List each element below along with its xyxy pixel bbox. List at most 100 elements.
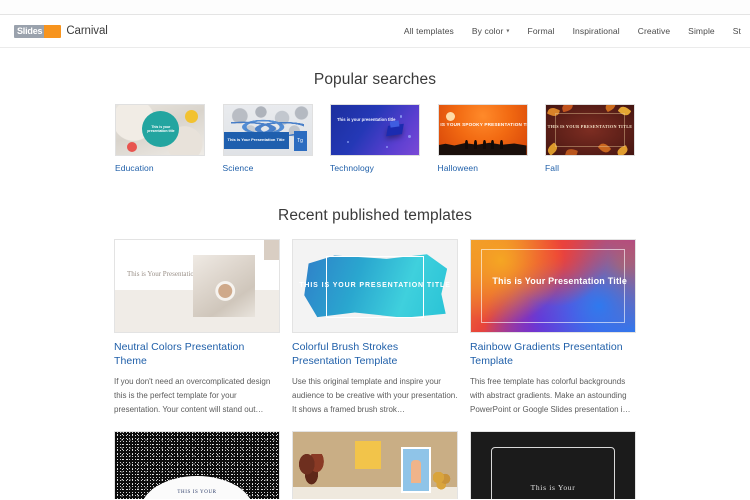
popular-card-fall[interactable]: THIS IS YOUR PRESENTATION TITLE Fall	[545, 104, 635, 173]
template-thumbnail[interactable]: This is Your Presentation Title	[470, 239, 636, 333]
coffee-photo-placeholder	[193, 254, 255, 318]
popular-label-education[interactable]: Education	[115, 163, 205, 173]
popular-thumbnail[interactable]: This is your presentation title	[330, 104, 420, 156]
leaf-icon	[565, 147, 578, 155]
side-chip-shape: Tg	[293, 131, 307, 151]
popular-thumbnail[interactable]: This is your presentation title	[115, 104, 205, 156]
popular-thumbnail[interactable]: This is Your Presentation Title Tg	[222, 104, 313, 156]
template-card-neutral-colors[interactable]: This is Your Presentation Title Neutral …	[114, 239, 280, 417]
chevron-down-icon: ▾	[506, 28, 510, 35]
template-card-rainbow-gradients[interactable]: This is Your Presentation Title Rainbow …	[470, 239, 636, 417]
popular-searches-heading: Popular searches	[313, 71, 437, 88]
title-bar-shape: This is Your Presentation Title	[223, 132, 289, 149]
logo-mark-text: Slides	[14, 24, 45, 38]
nav-item-simple[interactable]: Simple	[679, 22, 724, 40]
browser-chrome-strip	[0, 0, 750, 15]
picture-frame-icon	[401, 446, 431, 493]
nav-label: All templates	[403, 26, 454, 36]
popular-card-science[interactable]: This is Your Presentation Title Tg Scien…	[222, 104, 313, 173]
template-thumbnail[interactable]: THIS IS YOUR	[114, 430, 280, 499]
nav-label: By color	[471, 26, 504, 36]
spark-dot-icon	[399, 115, 403, 118]
site-logo[interactable]: Slides Carnival	[14, 24, 108, 39]
template-title-link[interactable]: Colorful Brush Strokes Presentation Temp…	[292, 341, 458, 369]
popular-card-halloween[interactable]: THIS IS YOUR SPOOKY PRESENTATION TITLE H…	[437, 104, 528, 173]
popular-thumbnail[interactable]: THIS IS YOUR PRESENTATION TITLE	[545, 104, 635, 156]
science-thumbnail-art: This is Your Presentation Title Tg	[223, 105, 312, 155]
thumb-frame-shape	[555, 113, 625, 147]
rainbow-gradients-art: This is Your Presentation Title	[471, 240, 635, 332]
template-thumbnail[interactable]	[292, 430, 458, 499]
fall-thumbnail-art: THIS IS YOUR PRESENTATION TITLE	[546, 105, 634, 155]
popular-thumbnail[interactable]: THIS IS YOUR SPOOKY PRESENTATION TITLE	[437, 104, 528, 156]
teal-circle-shape: This is your presentation title	[142, 111, 180, 147]
popular-label-fall[interactable]: Fall	[545, 163, 635, 173]
logo-orange-swatch	[44, 24, 62, 38]
moon-icon	[445, 112, 455, 121]
figure-silhouette-icon	[500, 140, 504, 149]
thumb-title-text: THIS IS YOUR PRESENTATION TITLE	[547, 124, 633, 129]
popular-label-science[interactable]: Science	[223, 163, 313, 173]
logo-badge: Slides	[14, 24, 62, 38]
leaf-icon	[603, 105, 618, 113]
template-thumbnail[interactable]: THIS IS YOUR PRESENTATION TITLE	[292, 239, 458, 333]
thumb-title-text: This is Your Presentation Title	[227, 137, 285, 143]
nav-item-inspirational[interactable]: Inspirational	[564, 22, 629, 40]
template-description: Use this original template and inspire y…	[292, 376, 458, 414]
popular-card-technology[interactable]: This is your presentation title Technolo…	[330, 104, 420, 173]
template-card-next-row-2[interactable]	[292, 430, 458, 499]
template-card-colorful-brush-strokes[interactable]: THIS IS YOUR PRESENTATION TITLE Colorful…	[292, 239, 458, 417]
chalkboard-art: This is Your	[471, 431, 635, 499]
neutral-colors-art: This is Your Presentation Title	[115, 240, 279, 332]
thumb-title-text: This is your presentation title	[337, 117, 396, 122]
nav-item-by-color[interactable]: By color ▾	[463, 22, 519, 40]
nav-label: Simple	[688, 26, 715, 36]
recent-templates-heading: Recent published templates	[278, 207, 472, 224]
popular-label-technology[interactable]: Technology	[330, 163, 420, 173]
template-thumbnail[interactable]: This is Your Presentation Title	[114, 239, 280, 333]
nav-label: Formal	[527, 26, 555, 36]
popular-card-education[interactable]: This is your presentation title Educatio…	[115, 104, 205, 173]
nav-item-style-truncated[interactable]: St	[724, 22, 750, 40]
leaf-icon	[561, 105, 574, 113]
nav-item-creative[interactable]: Creative	[629, 22, 679, 40]
brush-strokes-art: THIS IS YOUR PRESENTATION TITLE	[293, 240, 457, 332]
template-thumbnail[interactable]: This is Your	[470, 430, 636, 499]
nav-item-formal[interactable]: Formal	[519, 22, 564, 40]
site-header: Slides Carnival All templates By color ▾…	[0, 15, 750, 48]
thumb-title-text: THIS IS YOUR	[177, 489, 217, 495]
thumb-title-text: THIS IS YOUR SPOOKY PRESENTATION TITLE	[439, 122, 527, 127]
recent-templates-grid: This is Your Presentation Title Neutral …	[114, 239, 636, 499]
template-title-link[interactable]: Neutral Colors Presentation Theme	[114, 341, 280, 369]
nav-label: St	[732, 26, 741, 36]
nav-item-all-templates[interactable]: All templates	[395, 22, 463, 40]
red-dot-shape	[126, 142, 137, 152]
logo-wordmark: Carnival	[66, 25, 108, 37]
technology-thumbnail-art: This is your presentation title	[331, 105, 419, 155]
figure-silhouette-icon	[464, 140, 468, 149]
tech-gem-shape	[386, 123, 404, 137]
confetti-art: THIS IS YOUR	[115, 431, 279, 499]
fruit-icon	[433, 472, 451, 491]
nav-label: Inspirational	[572, 26, 620, 36]
popular-searches-grid: This is your presentation title Educatio…	[115, 104, 635, 173]
template-title-link[interactable]: Rainbow Gradients Presentation Template	[470, 341, 636, 369]
figure-silhouette-icon	[473, 140, 477, 149]
template-card-next-row-1[interactable]: THIS IS YOUR	[114, 430, 280, 499]
spark-dot-icon	[346, 141, 349, 143]
spark-dot-icon	[385, 146, 388, 148]
figure-silhouette-icon	[491, 140, 495, 149]
education-thumbnail-art: This is your presentation title	[116, 105, 204, 155]
template-description: If you don't need an overcomplicated des…	[114, 376, 271, 414]
popular-label-halloween[interactable]: Halloween	[438, 163, 528, 173]
thumb-title-text: THIS IS YOUR PRESENTATION TITLE	[299, 281, 451, 289]
page-content: Popular searches This is your presentati…	[0, 48, 750, 499]
main-navigation: All templates By color ▾ Formal Inspirat…	[395, 15, 750, 47]
thumb-title-text: This is Your	[530, 483, 576, 493]
nav-label: Creative	[637, 26, 671, 36]
figure-silhouette-icon	[482, 140, 486, 149]
spark-dot-icon	[408, 135, 412, 138]
corner-accent-shape	[264, 240, 279, 260]
template-card-next-row-3[interactable]: This is Your	[470, 430, 636, 499]
thumb-title-text: This is your presentation title	[147, 124, 175, 133]
